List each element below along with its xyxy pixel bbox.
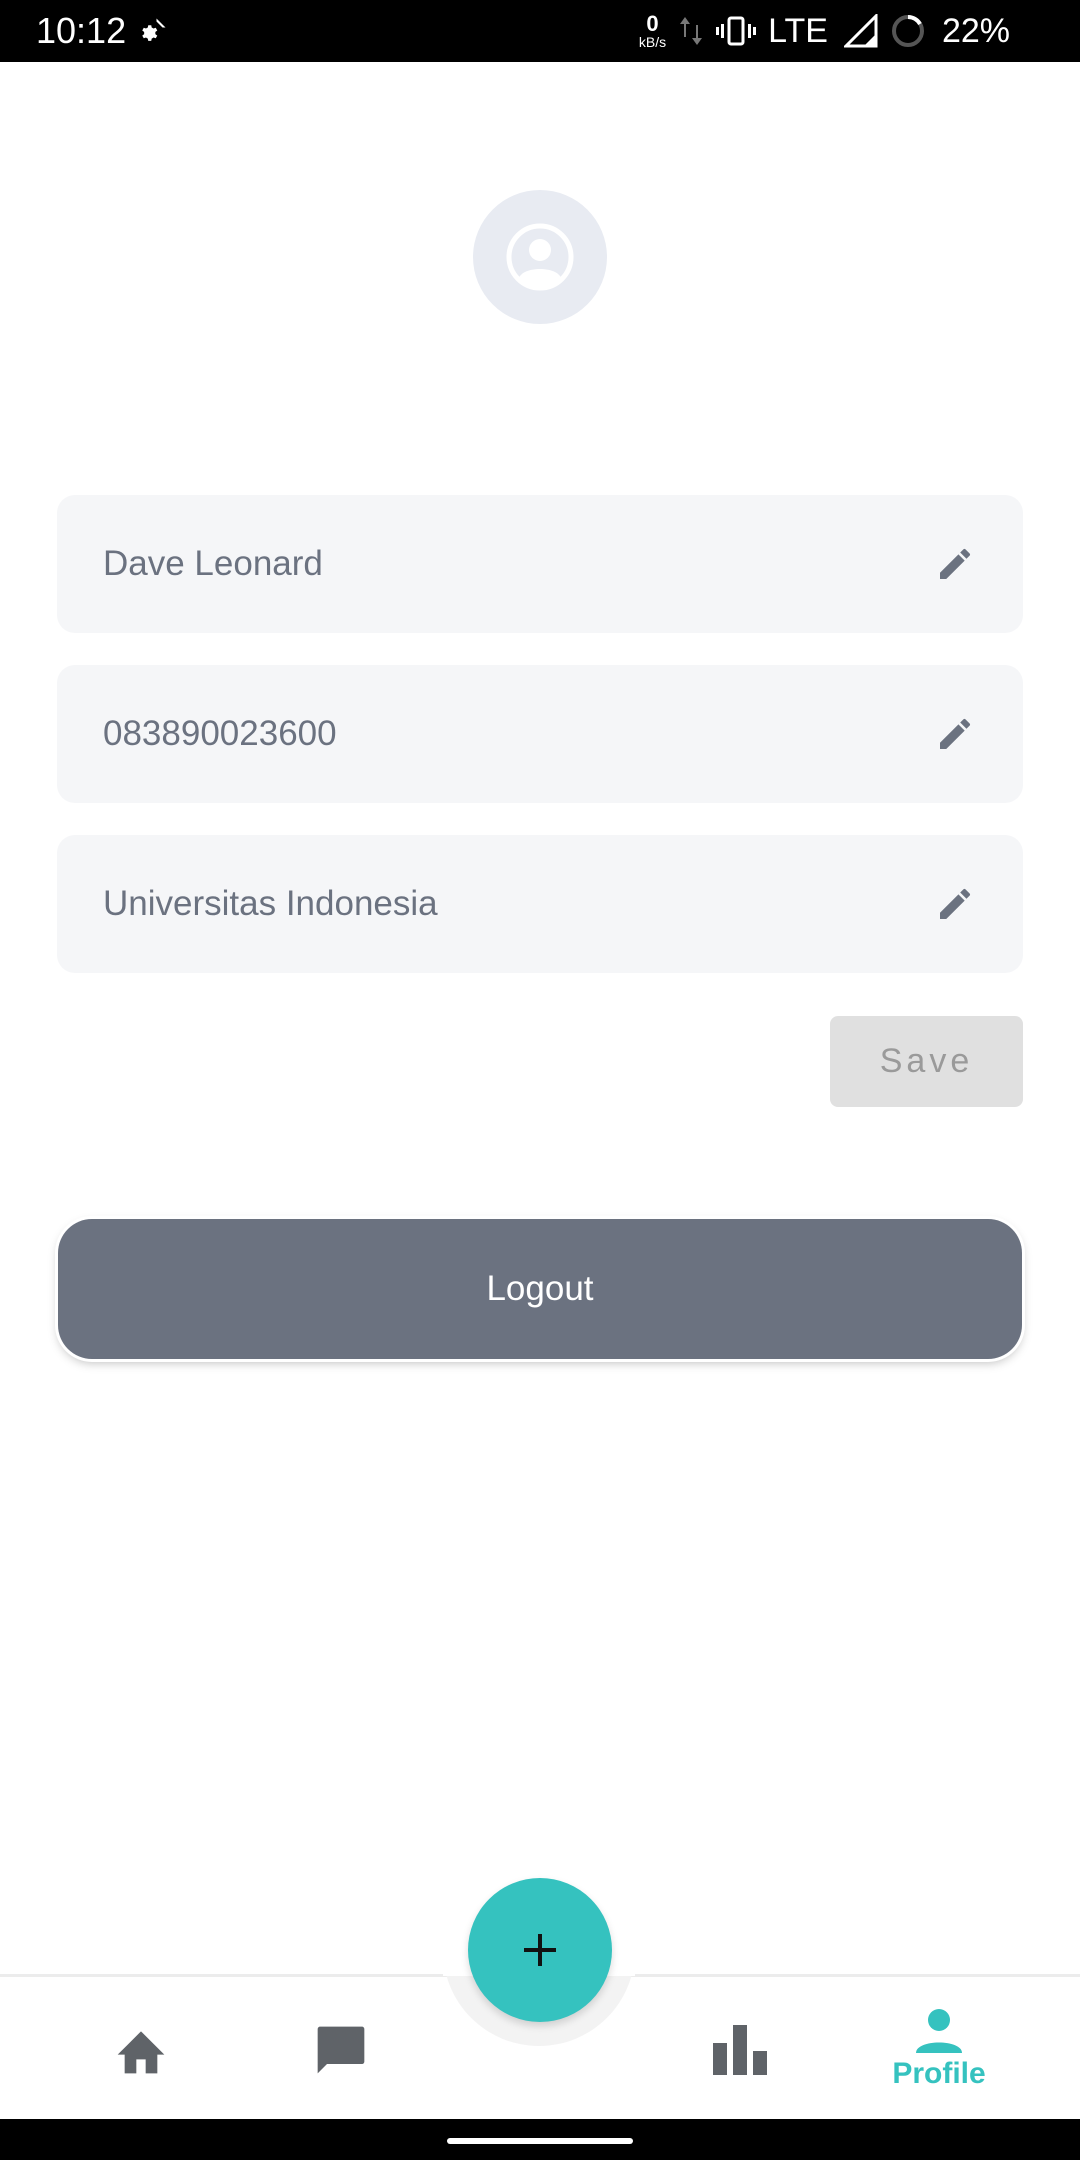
battery-icon xyxy=(891,15,924,47)
signal-icon xyxy=(843,14,878,48)
plus-icon xyxy=(524,1934,556,1966)
edit-pencil-icon[interactable] xyxy=(935,884,975,924)
chat-icon xyxy=(317,2026,365,2074)
vibrate-icon xyxy=(716,16,757,46)
add-button[interactable] xyxy=(468,1878,612,2022)
institution-value: Universitas Indonesia xyxy=(103,884,438,923)
avatar[interactable] xyxy=(473,190,607,324)
status-bar: 10:12 0 kB/s LTE 22% xyxy=(0,0,1080,62)
save-button[interactable]: Save xyxy=(830,1016,1023,1107)
net-speed-value: 0 xyxy=(646,11,659,36)
name-value: Dave Leonard xyxy=(103,544,323,583)
net-speed: 0 kB/s xyxy=(638,11,667,50)
home-gesture-pill[interactable] xyxy=(447,2138,633,2144)
profile-screen: 10:12 0 kB/s LTE 22% Dave Leonard 083890… xyxy=(0,0,1080,2160)
institution-field[interactable]: Universitas Indonesia xyxy=(57,835,1023,973)
nav-profile-label: Profile xyxy=(892,2057,986,2090)
bar-chart-icon xyxy=(713,2025,767,2075)
logout-button[interactable]: Logout xyxy=(58,1219,1022,1359)
nav-stats[interactable] xyxy=(670,1990,810,2110)
edit-pencil-icon[interactable] xyxy=(935,544,975,584)
phone-field[interactable]: 083890023600 xyxy=(57,665,1023,803)
battery-percent: 22% xyxy=(941,11,1010,50)
nav-messages[interactable] xyxy=(271,1990,411,2110)
status-icons: 0 kB/s LTE 22% xyxy=(639,8,1010,54)
nav-profile[interactable]: Profile xyxy=(869,1990,1009,2110)
person-icon xyxy=(916,2009,962,2053)
user-circle-icon xyxy=(506,223,574,291)
edit-pencil-icon[interactable] xyxy=(935,714,975,754)
status-time: 10:12 xyxy=(36,10,127,51)
nav-home[interactable] xyxy=(71,1990,211,2110)
net-speed-unit: kB/s xyxy=(638,34,667,50)
network-type: LTE xyxy=(768,11,828,50)
phone-value: 083890023600 xyxy=(103,714,337,753)
data-transfer-icon xyxy=(680,17,703,45)
home-icon xyxy=(117,2031,165,2074)
settings-gear-icon xyxy=(142,18,166,41)
name-field[interactable]: Dave Leonard xyxy=(57,495,1023,633)
